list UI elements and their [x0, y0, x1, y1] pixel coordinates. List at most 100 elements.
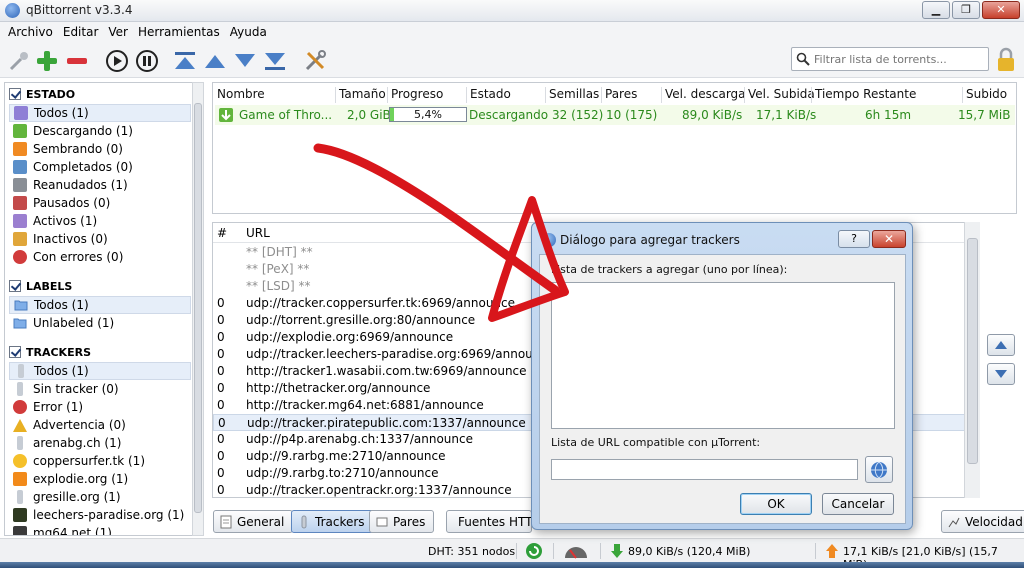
sidebar-item[interactable]: leechers-paradise.org (1)	[9, 506, 191, 524]
torrent-name: Game of Thro...	[239, 108, 333, 122]
tracker-url: udp://p4p.arenabg.ch:1337/announce	[246, 432, 473, 446]
torrent-upload-speed: 17,1 KiB/s	[756, 108, 817, 122]
column-number[interactable]: #	[217, 226, 227, 240]
warning-icon	[13, 418, 27, 432]
tracker-url: http://tracker1.wasabii.com.tw:6969/anno…	[246, 364, 527, 378]
minimize-button[interactable]: ▁	[922, 1, 950, 19]
scroll-thumb[interactable]	[194, 103, 202, 513]
sidebar-item[interactable]: Pausados (0)	[9, 194, 191, 212]
column-header[interactable]: Vel. Subida	[748, 87, 815, 105]
move-top-button[interactable]	[172, 48, 198, 74]
dialog-close-button[interactable]: ✕	[872, 230, 906, 248]
menu-herramientas[interactable]: Herramientas	[134, 22, 226, 42]
scroll-thumb[interactable]	[967, 238, 978, 464]
section-labels[interactable]: LABELS	[9, 278, 72, 294]
add-link-button[interactable]	[6, 48, 32, 74]
error-icon	[13, 400, 27, 414]
ok-button[interactable]: OK	[740, 493, 812, 515]
sidebar-item[interactable]: Unlabeled (1)	[9, 314, 191, 332]
torrent-filter-box[interactable]	[791, 47, 989, 71]
move-down-button[interactable]	[232, 48, 258, 74]
globe-icon	[871, 461, 887, 478]
sidebar-scrollbar[interactable]	[192, 82, 204, 536]
sidebar-item[interactable]: Sembrando (0)	[9, 140, 191, 158]
column-header[interactable]: Semillas	[549, 87, 599, 105]
sidebar-item[interactable]: Advertencia (0)	[9, 416, 191, 434]
lock-icon[interactable]	[996, 47, 1016, 73]
maximize-button[interactable]: ❐	[952, 1, 980, 19]
sidebar-item[interactable]: Reanudados (1)	[9, 176, 191, 194]
column-header[interactable]: Estado	[470, 87, 511, 105]
tracker-tier: 0	[217, 313, 225, 327]
column-header[interactable]: Pares	[605, 87, 637, 105]
all-icon	[14, 106, 28, 120]
sidebar-item[interactable]: coppersurfer.tk (1)	[9, 452, 191, 470]
move-up-button[interactable]	[202, 48, 228, 74]
download-list-button[interactable]	[865, 456, 893, 483]
connection-status-icon[interactable]	[525, 542, 543, 560]
tracker-list-scrollbar[interactable]	[964, 222, 980, 498]
utorrent-url-input[interactable]	[551, 459, 858, 480]
menu-ayuda[interactable]: Ayuda	[226, 22, 273, 42]
torrent-uploaded: 15,7 MiB	[958, 108, 1011, 122]
sidebar-item[interactable]: Todos (1)	[9, 104, 191, 122]
pause-button[interactable]	[134, 48, 160, 74]
tracker-move-up-button[interactable]	[987, 334, 1015, 356]
checkbox-icon[interactable]	[9, 88, 21, 100]
sidebar-item[interactable]: explodie.org (1)	[9, 470, 191, 488]
sidebar-item-label: Descargando (1)	[33, 124, 133, 138]
site-icon	[13, 526, 27, 535]
column-header[interactable]: Vel. descarga	[665, 87, 746, 105]
checkbox-icon[interactable]	[9, 280, 21, 292]
sidebar-item[interactable]: Activos (1)	[9, 212, 191, 230]
speed-limit-icon[interactable]	[563, 543, 589, 559]
trackers-textarea[interactable]	[551, 282, 895, 429]
document-icon	[220, 515, 232, 528]
sidebar-item-label: arenabg.ch (1)	[33, 436, 122, 450]
remove-torrent-button[interactable]	[64, 48, 90, 74]
checkbox-icon[interactable]	[9, 346, 21, 358]
column-header[interactable]: Tamaño	[339, 87, 386, 105]
column-header[interactable]: Subido	[966, 87, 1007, 105]
move-bottom-button[interactable]	[262, 48, 288, 74]
search-input[interactable]	[814, 51, 984, 67]
menu-ver[interactable]: Ver	[104, 22, 134, 42]
resume-button[interactable]	[104, 48, 130, 74]
help-button[interactable]: ?	[838, 230, 870, 248]
sidebar-item[interactable]: Inactivos (0)	[9, 230, 191, 248]
dht-nodes: DHT: 351 nodos	[428, 545, 516, 558]
sidebar-item[interactable]: Descargando (1)	[9, 122, 191, 140]
tab-peers[interactable]: Pares	[369, 510, 435, 533]
sidebar-item-label: explodie.org (1)	[33, 472, 129, 486]
menu-editar[interactable]: Editar	[59, 22, 105, 42]
section-estado[interactable]: ESTADO	[9, 86, 75, 102]
sidebar-item[interactable]: arenabg.ch (1)	[9, 434, 191, 452]
tab-trackers[interactable]: Trackers	[291, 510, 374, 533]
tracker-icon	[17, 436, 23, 450]
options-button[interactable]	[302, 48, 328, 74]
sidebar-item[interactable]: Todos (1)	[9, 296, 191, 314]
sidebar-item[interactable]: Sin tracker (0)	[9, 380, 191, 398]
section-trackers[interactable]: TRACKERS	[9, 344, 91, 360]
torrent-table: Nombre Tamaño Progreso Estado Semillas Pares V…	[212, 82, 1017, 214]
sidebar-item[interactable]: Error (1)	[9, 398, 191, 416]
column-header[interactable]: Progreso	[391, 87, 443, 105]
column-header[interactable]: Tiempo Restante	[815, 87, 916, 105]
sidebar-item[interactable]: Completados (0)	[9, 158, 191, 176]
sidebar-item[interactable]: Con errores (0)	[9, 248, 191, 266]
tab-general[interactable]: General	[213, 510, 294, 533]
column-header[interactable]: Nombre	[217, 87, 265, 105]
sidebar-item[interactable]: mg64.net (1)	[9, 524, 191, 535]
add-torrent-button[interactable]	[34, 48, 60, 74]
torrent-row[interactable]: Game of Thro... 2,0 GiB 5,4% Descargando…	[215, 105, 1015, 125]
cancel-button[interactable]: Cancelar	[822, 493, 894, 515]
tab-speed[interactable]: Velocidad	[941, 510, 1024, 533]
column-url[interactable]: URL	[246, 226, 270, 240]
tab-http-sources[interactable]: Fuentes HTTP	[446, 510, 532, 533]
sidebar-item[interactable]: Todos (1)	[9, 362, 191, 380]
close-button[interactable]: ✕	[982, 1, 1020, 19]
tracker-move-down-button[interactable]	[987, 363, 1015, 385]
tracker-tier: 0	[217, 330, 225, 344]
sidebar-item[interactable]: gresille.org (1)	[9, 488, 191, 506]
menu-archivo[interactable]: Archivo	[4, 22, 59, 42]
